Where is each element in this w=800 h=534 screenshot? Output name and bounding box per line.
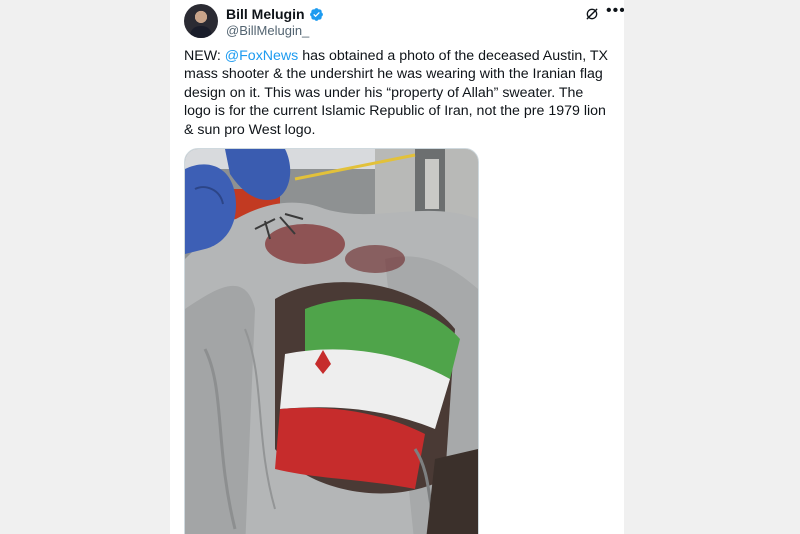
author-display-name[interactable]: Bill Melugin	[226, 6, 305, 22]
page-background-left	[0, 0, 170, 534]
grok-icon[interactable]	[584, 6, 600, 22]
author-name-row: Bill Melugin	[226, 6, 324, 22]
avatar[interactable]	[184, 4, 218, 38]
more-options-icon[interactable]: •••	[606, 3, 624, 19]
mention-link[interactable]: @FoxNews	[225, 48, 299, 64]
photo-illustration	[185, 149, 478, 534]
tweet-text: NEW: @FoxNews has obtained a photo of th…	[184, 47, 614, 139]
verified-badge-icon	[309, 7, 323, 21]
page-background-right	[624, 0, 800, 534]
tweet-card[interactable]: Bill Melugin @BillMelugin_ ••• NEW: @Fox…	[170, 0, 624, 534]
author-handle[interactable]: @BillMelugin_	[226, 23, 309, 38]
tweet-text-prefix: NEW:	[184, 48, 225, 64]
tweet-photo[interactable]	[184, 148, 479, 534]
